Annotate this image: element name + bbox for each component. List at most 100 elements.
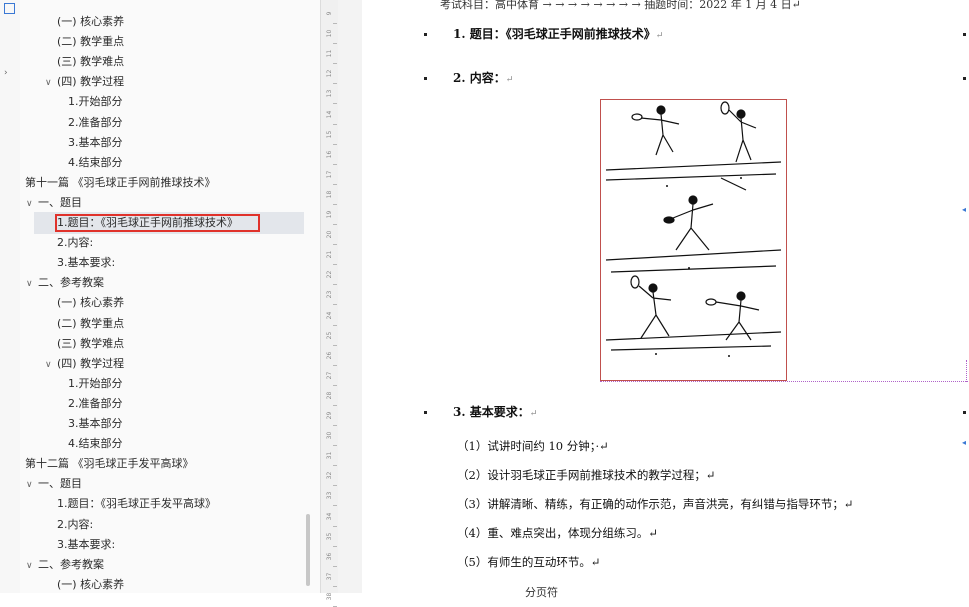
outline-item[interactable]: (三) 教学难点 [57, 334, 124, 354]
outline-item[interactable]: 2.准备部分 [68, 113, 123, 133]
outline-item-label: (一) 核心素养 [57, 296, 125, 310]
outline-item[interactable]: ∨ 二、参考教案 [26, 555, 104, 575]
outline-item-label: 二、参考教案 [38, 276, 104, 290]
section-break-line [600, 381, 968, 383]
ruler-number: 12 [326, 69, 333, 78]
outline-item[interactable]: 2.内容: [57, 233, 93, 253]
outline-item-label: (二) 教学重点 [57, 35, 125, 49]
paragraph-mark: ↵ [529, 409, 538, 419]
outline-item[interactable]: (三) 教学难点 [57, 52, 124, 72]
outline-item[interactable]: ∨ 一、题目 [26, 474, 82, 494]
outline-item[interactable]: ∨ (四) 教学过程 [45, 72, 124, 92]
right-margin-bullet-icon [963, 33, 966, 36]
outline-item-label: (三) 教学难点 [57, 55, 125, 69]
ruler-tick [333, 284, 337, 286]
requirement-item[interactable]: （4）重、难点突出，体现分组练习。↵ [457, 525, 658, 541]
badminton-technique-figure[interactable] [600, 99, 787, 381]
ruler-tick [333, 203, 337, 205]
ruler-number: 14 [326, 110, 333, 118]
left-toolbar-strip: › [0, 0, 21, 593]
outline-item-label: 4.结束部分 [68, 155, 123, 169]
chevron-down-icon[interactable]: ∨ [26, 194, 38, 214]
ruler-number: 30 [326, 431, 333, 440]
chevron-down-icon[interactable]: ∨ [45, 355, 57, 375]
vertical-ruler: 9 10 11 12 13 14 15 16 17 18 19 20 21 22 23 24 25 26 27 28 2… [320, 0, 339, 607]
right-margin-bullet-icon [963, 77, 966, 80]
ruler-number: 15 [326, 130, 333, 138]
outline-item[interactable]: ∨第十一篇 《羽毛球正手网前推球技术》 [20, 173, 216, 193]
right-margin-bullet-icon [963, 411, 966, 414]
outline-item-label: 一、题目 [38, 477, 82, 491]
ruler-number: 19 [326, 210, 333, 219]
ruler-number: 10 [326, 29, 333, 38]
outline-item[interactable]: (一) 核心素养 [57, 293, 124, 313]
requirement-item[interactable]: （5）有师生的互动环节。↵ [457, 554, 600, 570]
outline-item[interactable]: 2.准备部分 [68, 394, 123, 414]
requirement-item[interactable]: （1）试讲时间约 10 分钟；·↵ [457, 438, 609, 454]
chevron-down-icon[interactable]: ∨ [45, 73, 57, 93]
paragraph-bullet-icon [424, 77, 427, 80]
outline-item-label: 2.准备部分 [68, 396, 123, 410]
section-break-line [966, 360, 968, 382]
requirement-item[interactable]: （3）讲解清晰、精练，有正确的动作示范，声音洪亮，有纠错与指导环节；↵ [457, 496, 853, 512]
outline-item-label: (二) 教学重点 [57, 316, 125, 330]
ruler-number: 11 [326, 49, 333, 58]
doc-title-text: 1. 题目：《羽毛球正手网前推球技术》 [453, 27, 656, 41]
outline-item[interactable]: (一) 核心素养 [57, 575, 124, 593]
outline-item[interactable]: (二) 教学重点 [57, 32, 124, 52]
outline-item[interactable]: 3.基本部分 [68, 133, 123, 153]
ruler-number: 29 [326, 411, 333, 420]
outline-item[interactable]: ∨ (四) 教学过程 [45, 354, 124, 374]
outline-item[interactable]: ∨第十二篇 《羽毛球正手发平高球》 [20, 454, 194, 474]
ruler-tick [333, 143, 337, 145]
ruler-number: 9 [326, 11, 333, 16]
ruler-tick [333, 404, 337, 406]
content-heading[interactable]: 2. 内容：↵ [453, 69, 513, 86]
outline-item-label: 1.开始部分 [68, 376, 123, 390]
outline-item[interactable]: (一) 核心素养 [57, 12, 124, 32]
outline-item[interactable]: 2.内容: [57, 515, 93, 535]
ruler-number: 21 [326, 250, 333, 259]
ruler-tick [333, 183, 337, 185]
outline-item-label: 4.结束部分 [68, 437, 123, 451]
ruler-tick [333, 425, 337, 426]
ruler-tick [333, 445, 337, 447]
doc-title-heading[interactable]: 1. 题目：《羽毛球正手网前推球技术》↵ [453, 25, 663, 42]
outline-item[interactable]: 3.基本要求: [57, 535, 115, 555]
ruler-tick [333, 364, 337, 366]
requirement-item[interactable]: （2）设计羽毛球正手网前推球技术的教学过程；↵ [457, 467, 715, 483]
outline-item[interactable]: 4.结束部分 [68, 153, 123, 173]
ruler-tick [333, 304, 337, 306]
ruler-tick [333, 264, 337, 266]
outline-item-label: (四) 教学过程 [57, 356, 125, 370]
outline-item[interactable]: 3.基本要求: [57, 253, 115, 273]
badminton-players-illustration [605, 101, 782, 357]
ruler-tick [333, 465, 337, 467]
outline-item[interactable]: (二) 教学重点 [57, 314, 124, 334]
outline-item[interactable]: ∨ 二、参考教案 [26, 273, 104, 293]
ruler-tick [333, 324, 337, 326]
outline-scrollbar[interactable] [306, 514, 310, 586]
outline-item[interactable]: 3.基本部分 [68, 414, 123, 434]
outline-item[interactable]: 1.开始部分 [68, 374, 123, 394]
chevron-down-icon[interactable]: ∨ [26, 274, 38, 294]
ruler-tick [333, 545, 337, 547]
paragraph-bullet-icon [424, 33, 427, 36]
ruler-tick [333, 505, 337, 507]
ruler-number: 26 [326, 351, 333, 360]
outline-item[interactable]: ∨ 一、题目 [26, 193, 82, 213]
outline-item[interactable]: 1.题目：《羽毛球正手发平高球》 [57, 494, 216, 514]
outline-item[interactable]: 4.结束部分 [68, 434, 123, 454]
nav-pane-icon[interactable] [4, 3, 15, 14]
requirements-heading[interactable]: 3. 基本要求：↵ [453, 403, 537, 420]
chevron-down-icon[interactable]: ∨ [26, 475, 38, 495]
outline-item-label: 第十二篇 《羽毛球正手发平高球》 [25, 457, 194, 471]
ruler-number: 32 [326, 471, 333, 480]
chevron-down-icon[interactable]: ∨ [26, 556, 38, 576]
ruler-tick [333, 384, 337, 386]
page-gutter [338, 0, 362, 593]
outline-item[interactable]: 1.开始部分 [68, 92, 123, 112]
collapse-arrow-icon[interactable]: › [4, 68, 8, 78]
ruler-tick [333, 585, 337, 587]
exam-header-line: 考试科目：高中体育 → → → → → → → → 抽题时间：2022 年 1 … [440, 0, 801, 11]
